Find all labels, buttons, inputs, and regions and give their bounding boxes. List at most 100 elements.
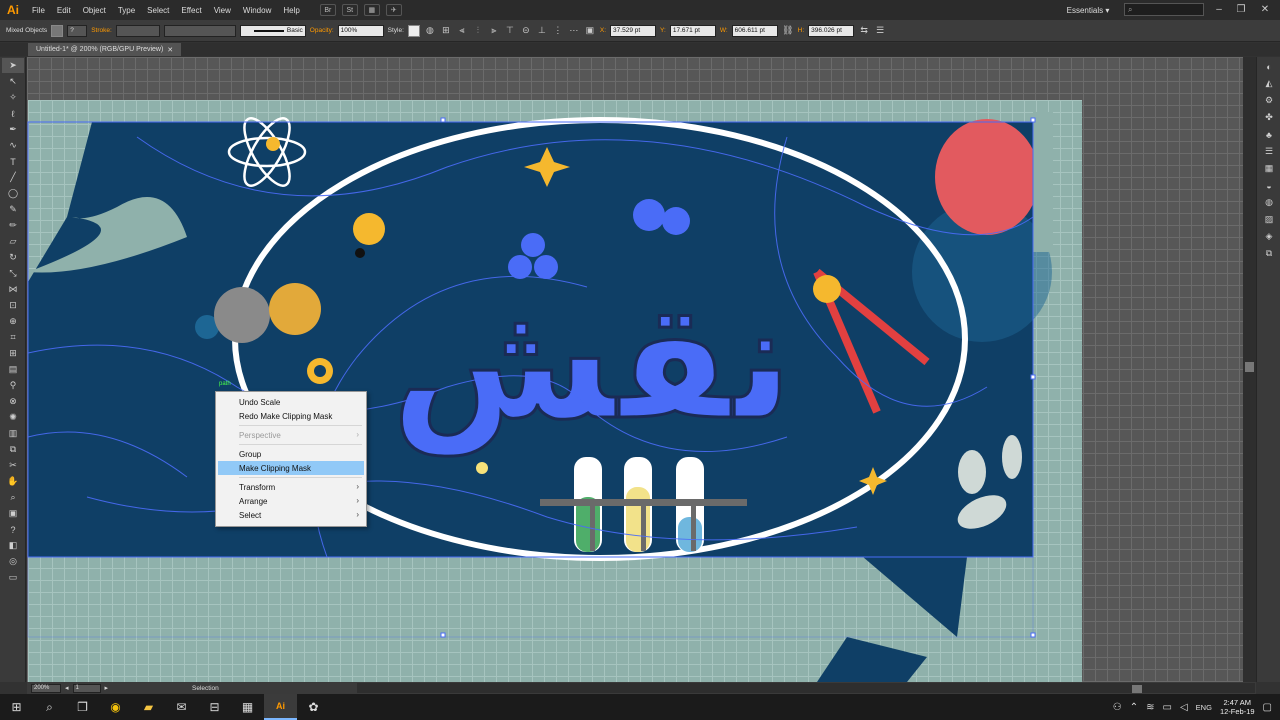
stroke-weight-field[interactable] — [115, 24, 160, 37]
brushes-icon[interactable]: ✤ — [1259, 110, 1279, 125]
wifi-icon[interactable]: ≋ — [1146, 702, 1154, 713]
curvature-tool-icon[interactable]: ∿ — [2, 138, 24, 153]
menu-redo-clipping[interactable]: Redo Make Clipping Mask — [218, 409, 364, 423]
artboards-icon[interactable]: ⧉ — [1259, 246, 1279, 261]
illustrator-taskbar-icon[interactable]: Ai — [264, 694, 297, 720]
chevron-up-icon[interactable]: ⌃ — [1130, 702, 1138, 713]
eraser-icon[interactable]: ▱ — [2, 234, 24, 249]
paintbrush-icon[interactable]: ✎ — [2, 202, 24, 217]
prev-artboard-icon[interactable]: ◂ — [65, 684, 69, 692]
width-tool-icon[interactable]: ⋈ — [2, 282, 24, 297]
properties-icon[interactable]: ⚙ — [1259, 93, 1279, 108]
close-icon[interactable]: ✕ — [1258, 2, 1272, 16]
control-menu-icon[interactable]: ☰ — [874, 25, 886, 37]
column-graph-icon[interactable]: ▥ — [2, 426, 24, 441]
menu-arrange[interactable]: Arrange › — [218, 494, 364, 508]
gradient-tool-icon[interactable]: ▤ — [2, 362, 24, 377]
menu-object[interactable]: Object — [77, 6, 112, 15]
menu-view[interactable]: View — [208, 6, 237, 15]
calculator-icon[interactable]: ▦ — [231, 694, 264, 720]
hand-tool-icon[interactable]: ✋ — [2, 474, 24, 489]
gradient-panel-icon[interactable]: ▦ — [1259, 161, 1279, 176]
rotate-tool-icon[interactable]: ↻ — [2, 250, 24, 265]
width-field[interactable]: 606.611 pt — [731, 24, 778, 37]
horizontal-scroll-thumb[interactable] — [1132, 685, 1142, 693]
horizontal-scrollbar[interactable] — [357, 683, 1255, 693]
align-bottom-icon[interactable]: ⊥ — [536, 25, 548, 37]
stock-button[interactable]: St — [341, 4, 358, 16]
pen-tool-icon[interactable]: ✒ — [2, 122, 24, 137]
slice-tool-icon[interactable]: ✂ — [2, 458, 24, 473]
vertical-scroll-thumb[interactable] — [1245, 362, 1254, 372]
chrome-icon[interactable]: ◉ — [99, 694, 132, 720]
fill-dropdown[interactable]: ? — [67, 24, 88, 37]
x-field[interactable]: 37.529 pt — [610, 24, 657, 37]
menu-edit[interactable]: Edit — [51, 6, 77, 15]
menu-undo-scale[interactable]: Undo Scale — [218, 395, 364, 409]
selection-tool-icon[interactable]: ➤ — [2, 58, 24, 73]
people-icon[interactable]: ⚇ — [1113, 702, 1122, 713]
task-view-icon[interactable]: ❐ — [66, 694, 99, 720]
y-field[interactable]: 17.671 pt — [669, 24, 716, 37]
restore-icon[interactable]: ❐ — [1234, 2, 1248, 16]
color-panel-icon[interactable]: ◐ — [1259, 59, 1279, 74]
transparency-icon[interactable]: ◒ — [1259, 178, 1279, 193]
shape-builder-icon[interactable]: ⊕ — [2, 314, 24, 329]
clock[interactable]: 2:47 AM 12-Feb-19 — [1220, 698, 1255, 716]
help-icon[interactable]: ? — [2, 522, 24, 537]
color-mode-icon[interactable]: ◧ — [2, 538, 24, 553]
variable-width-profile[interactable] — [163, 24, 236, 37]
recolor-artwork-icon[interactable]: ◍ — [424, 25, 436, 37]
screen-mode-icon[interactable]: ▭ — [2, 570, 24, 585]
opacity-field[interactable]: 100% — [337, 24, 384, 37]
menu-window[interactable]: Window — [237, 6, 277, 15]
distribute-horizontal-icon[interactable]: ⋯ — [568, 25, 580, 37]
magic-wand-icon[interactable]: ✧ — [2, 90, 24, 105]
file-explorer-icon[interactable]: ▰ — [132, 694, 165, 720]
minimize-icon[interactable]: – — [1212, 2, 1226, 16]
free-transform-icon[interactable]: ⊡ — [2, 298, 24, 313]
eyedropper-icon[interactable]: ⚲ — [2, 378, 24, 393]
ellipse-tool-icon[interactable]: ◯ — [2, 186, 24, 201]
menu-group[interactable]: Group — [218, 447, 364, 461]
opacity-label[interactable]: Opacity: — [310, 27, 334, 34]
lasso-icon[interactable]: ℓ — [2, 106, 24, 121]
transform-options-icon[interactable]: ⇆ — [858, 25, 870, 37]
align-left-icon[interactable]: ⫷ — [456, 25, 468, 37]
menu-make-clipping-mask[interactable]: Make Clipping Mask — [218, 461, 364, 475]
artboard-number-field[interactable]: 1 — [72, 683, 101, 693]
appearance-icon[interactable]: ◍ — [1259, 195, 1279, 210]
height-field[interactable]: 396.026 pt — [808, 24, 855, 37]
artwork[interactable]: نقش — [27, 57, 1243, 682]
align-top-icon[interactable]: ⊤ — [504, 25, 516, 37]
volume-icon[interactable]: ◁ — [1180, 702, 1188, 713]
fill-swatch[interactable] — [51, 24, 64, 37]
distribute-icon[interactable]: ⋮ — [552, 25, 564, 37]
fill-stroke-icon[interactable]: ▣ — [2, 506, 24, 521]
menu-select[interactable]: Select — [141, 6, 175, 15]
scale-tool-icon[interactable]: ⤡ — [2, 266, 24, 281]
stroke-panel-icon[interactable]: ☰ — [1259, 144, 1279, 159]
stroke-label[interactable]: Stroke: — [91, 27, 112, 34]
canvas[interactable]: نقش — [27, 57, 1243, 682]
battery-icon[interactable]: ▭ — [1163, 702, 1172, 713]
document-tab[interactable]: Untitled-1* @ 200% (RGB/GPU Preview) ✕ — [28, 43, 182, 56]
align-middle-icon[interactable]: ⊝ — [520, 25, 532, 37]
mesh-tool-icon[interactable]: ⊞ — [2, 346, 24, 361]
perspective-grid-icon[interactable]: ⌗ — [2, 330, 24, 345]
close-tab-icon[interactable]: ✕ — [167, 46, 173, 54]
menu-select-sub[interactable]: Select › — [218, 508, 364, 522]
graphic-style-swatch[interactable] — [407, 24, 420, 37]
notification-icon[interactable]: ▢ — [1263, 702, 1272, 713]
bridge-button[interactable]: Br — [319, 4, 336, 16]
align-options-icon[interactable]: ⊞ — [440, 25, 452, 37]
taskbar-search-icon[interactable]: ⌕ — [33, 694, 66, 720]
artboard-tool-icon[interactable]: ⧉ — [2, 442, 24, 457]
blend-tool-icon[interactable]: ⊗ — [2, 394, 24, 409]
pencil-icon[interactable]: ✏ — [2, 218, 24, 233]
zoom-tool-icon[interactable]: ⌕ — [2, 490, 24, 505]
windows-start-icon[interactable]: ⊞ — [0, 694, 33, 720]
help-search-input[interactable]: ⌕ — [1124, 3, 1204, 16]
color-guide-icon[interactable]: ◭ — [1259, 76, 1279, 91]
constrain-proportions-icon[interactable]: ⛓ — [782, 25, 794, 37]
